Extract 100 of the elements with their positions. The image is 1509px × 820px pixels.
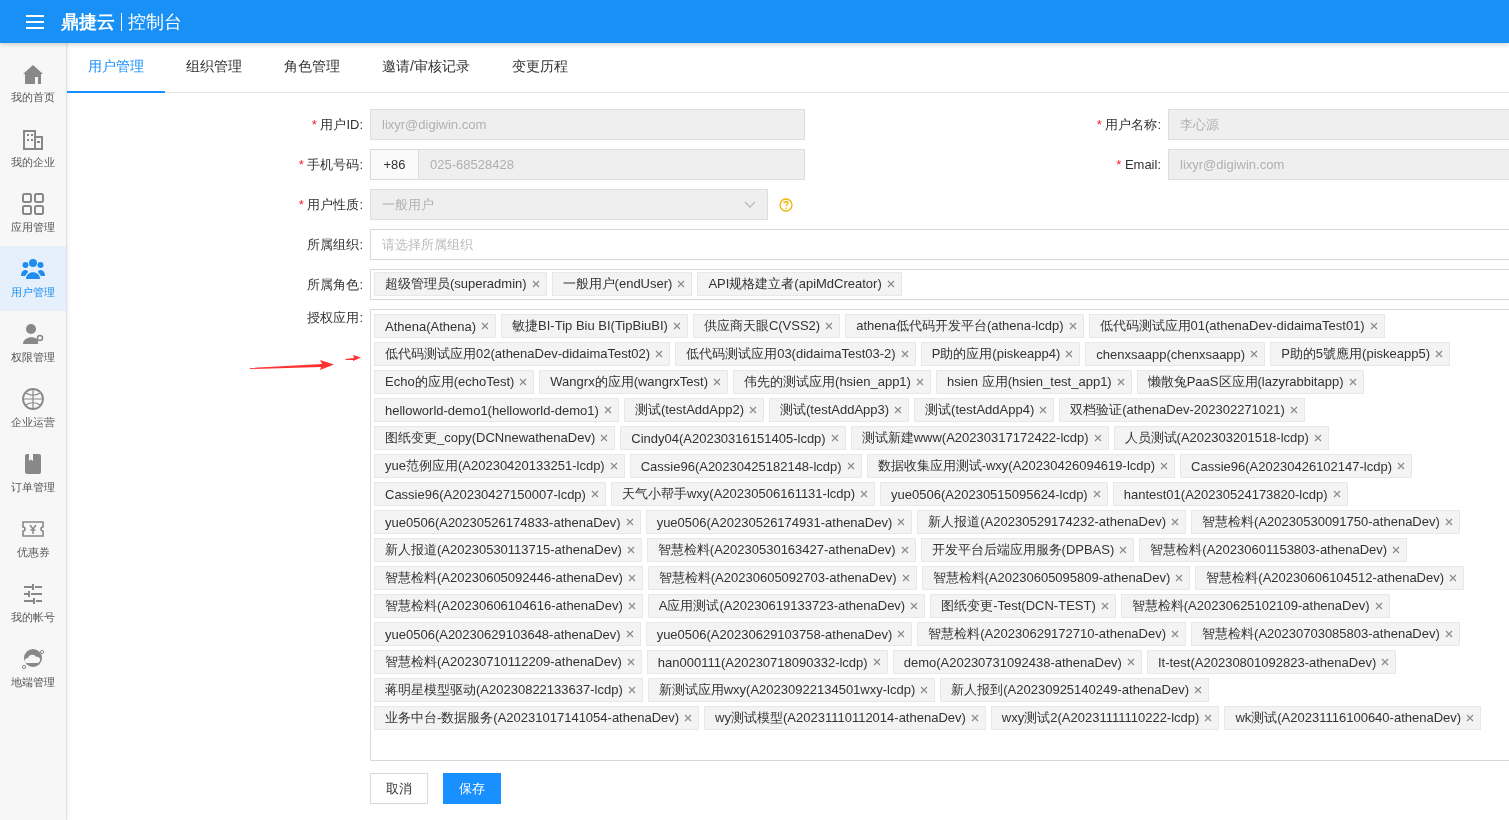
close-icon[interactable] <box>1435 350 1443 358</box>
sidebar-item[interactable]: 优惠券 <box>0 506 66 571</box>
close-icon[interactable] <box>1171 518 1180 526</box>
close-icon[interactable] <box>625 630 634 638</box>
close-icon[interactable] <box>1466 714 1475 722</box>
tag-label: 智慧检料(A20230601153803-athenaDev) <box>1150 541 1388 559</box>
close-icon[interactable] <box>1171 630 1180 638</box>
house-icon <box>21 62 45 86</box>
close-icon[interactable] <box>749 406 757 414</box>
close-icon[interactable] <box>1092 490 1101 498</box>
tab[interactable]: 组织管理 <box>165 43 263 93</box>
close-icon[interactable] <box>1313 434 1322 442</box>
close-icon[interactable] <box>655 350 664 358</box>
close-icon[interactable] <box>1444 518 1453 526</box>
tab[interactable]: 邀请/审核记录 <box>361 43 491 93</box>
sidebar-item[interactable]: 应用管理 <box>0 181 66 246</box>
tag-label: A应用测试(A20230619133723-athenaDev) <box>658 597 906 615</box>
close-icon[interactable] <box>626 546 635 554</box>
close-icon[interactable] <box>1369 322 1378 330</box>
close-icon[interactable] <box>1093 434 1102 442</box>
close-icon[interactable] <box>886 280 895 288</box>
role-select[interactable]: 超级管理员(superadmin) 一般用户(endUser) API规格建立者(apiMdCreator) <box>370 269 1509 300</box>
close-icon[interactable] <box>1126 658 1135 666</box>
sidebar-item[interactable]: 企业运营 <box>0 376 66 441</box>
close-icon[interactable] <box>1444 630 1453 638</box>
help-icon[interactable] <box>779 197 793 212</box>
close-icon[interactable] <box>590 490 599 498</box>
close-icon[interactable] <box>1374 602 1383 610</box>
close-icon[interactable] <box>627 686 636 694</box>
close-icon[interactable] <box>1065 350 1074 358</box>
close-icon[interactable] <box>897 630 906 638</box>
tag-label: 蒋明星模型驱动(A20230822133637-lcdp) <box>385 681 623 699</box>
close-icon[interactable] <box>1392 546 1401 554</box>
close-icon[interactable] <box>1449 574 1458 582</box>
close-icon[interactable] <box>1116 378 1125 386</box>
sidebar-item[interactable]: 我的企业 <box>0 116 66 181</box>
tag-label: wk测试(A20231116100640-athenaDev) <box>1235 709 1462 727</box>
close-icon[interactable] <box>897 518 906 526</box>
tag-label: chenxsaapp(chenxsaapp) <box>1096 346 1246 362</box>
close-icon[interactable] <box>970 714 979 722</box>
tag-label: 测试(testAddApp2) <box>634 401 744 419</box>
tag-label: Cassie96(A20230427150007-lcdp) <box>385 486 586 502</box>
close-icon[interactable] <box>603 406 612 414</box>
tab[interactable]: 角色管理 <box>263 43 361 93</box>
close-icon[interactable] <box>900 546 909 554</box>
close-icon[interactable] <box>1100 602 1109 610</box>
field-label: 授权应用: <box>306 309 364 327</box>
close-icon[interactable] <box>920 686 929 694</box>
close-icon[interactable] <box>1194 686 1202 694</box>
close-icon[interactable] <box>1348 378 1357 386</box>
close-icon[interactable] <box>1119 546 1128 554</box>
tag-label: athena低代码开发平台(athena-lcdp) <box>856 317 1064 335</box>
close-icon[interactable] <box>481 322 490 330</box>
close-icon[interactable] <box>830 434 839 442</box>
tab[interactable]: 变更历程 <box>490 43 589 93</box>
close-icon[interactable] <box>860 490 869 498</box>
cancel-button[interactable]: 取消 <box>370 773 428 804</box>
close-icon[interactable] <box>531 280 540 288</box>
sidebar-item[interactable]: 订单管理 <box>0 441 66 506</box>
sidebar-item[interactable]: 权限管理 <box>0 311 66 376</box>
close-icon[interactable] <box>900 350 909 358</box>
close-icon[interactable] <box>677 280 686 288</box>
close-icon[interactable] <box>1204 714 1213 722</box>
sidebar-item[interactable]: 我的首页 <box>0 51 66 116</box>
sidebar-item[interactable]: 地端管理 <box>0 636 66 701</box>
close-icon[interactable] <box>626 658 635 666</box>
close-icon[interactable] <box>519 378 528 386</box>
close-icon[interactable] <box>1289 406 1298 414</box>
close-icon[interactable] <box>672 322 681 330</box>
tag-label: demo(A20230731092438-athenaDev) <box>903 654 1122 670</box>
close-icon[interactable] <box>1068 322 1077 330</box>
close-icon[interactable] <box>846 462 855 470</box>
close-icon[interactable] <box>1250 350 1259 358</box>
tag-label: API规格建立者(apiMdCreator) <box>708 275 882 293</box>
close-icon[interactable] <box>910 602 919 610</box>
close-icon[interactable] <box>609 462 618 470</box>
menu-icon[interactable] <box>26 14 44 29</box>
sidebar-item[interactable]: 我的帐号 <box>0 571 66 636</box>
tag-label: 超级管理员(superadmin) <box>385 275 527 293</box>
close-icon[interactable] <box>901 574 910 582</box>
app-select[interactable] <box>370 309 1509 761</box>
close-icon[interactable] <box>1381 658 1390 666</box>
close-icon[interactable] <box>825 322 834 330</box>
close-icon[interactable] <box>625 518 634 526</box>
close-icon[interactable] <box>713 378 722 386</box>
tag-label: helloworld-demo1(helloworld-demo1) <box>385 402 599 418</box>
close-icon[interactable] <box>894 406 903 414</box>
close-icon[interactable] <box>1397 462 1405 470</box>
close-icon[interactable] <box>600 434 609 442</box>
close-icon[interactable] <box>1332 490 1341 498</box>
close-icon[interactable] <box>872 658 881 666</box>
close-icon[interactable] <box>627 602 636 610</box>
close-icon[interactable] <box>915 378 924 386</box>
close-icon[interactable] <box>1175 574 1184 582</box>
tag-label: 测试(testAddApp3) <box>780 401 890 419</box>
close-icon[interactable] <box>684 714 693 722</box>
close-icon[interactable] <box>1039 406 1048 414</box>
close-icon[interactable] <box>627 574 636 582</box>
tag-label: 一般用户(endUser) <box>562 275 673 293</box>
close-icon[interactable] <box>1160 462 1169 470</box>
